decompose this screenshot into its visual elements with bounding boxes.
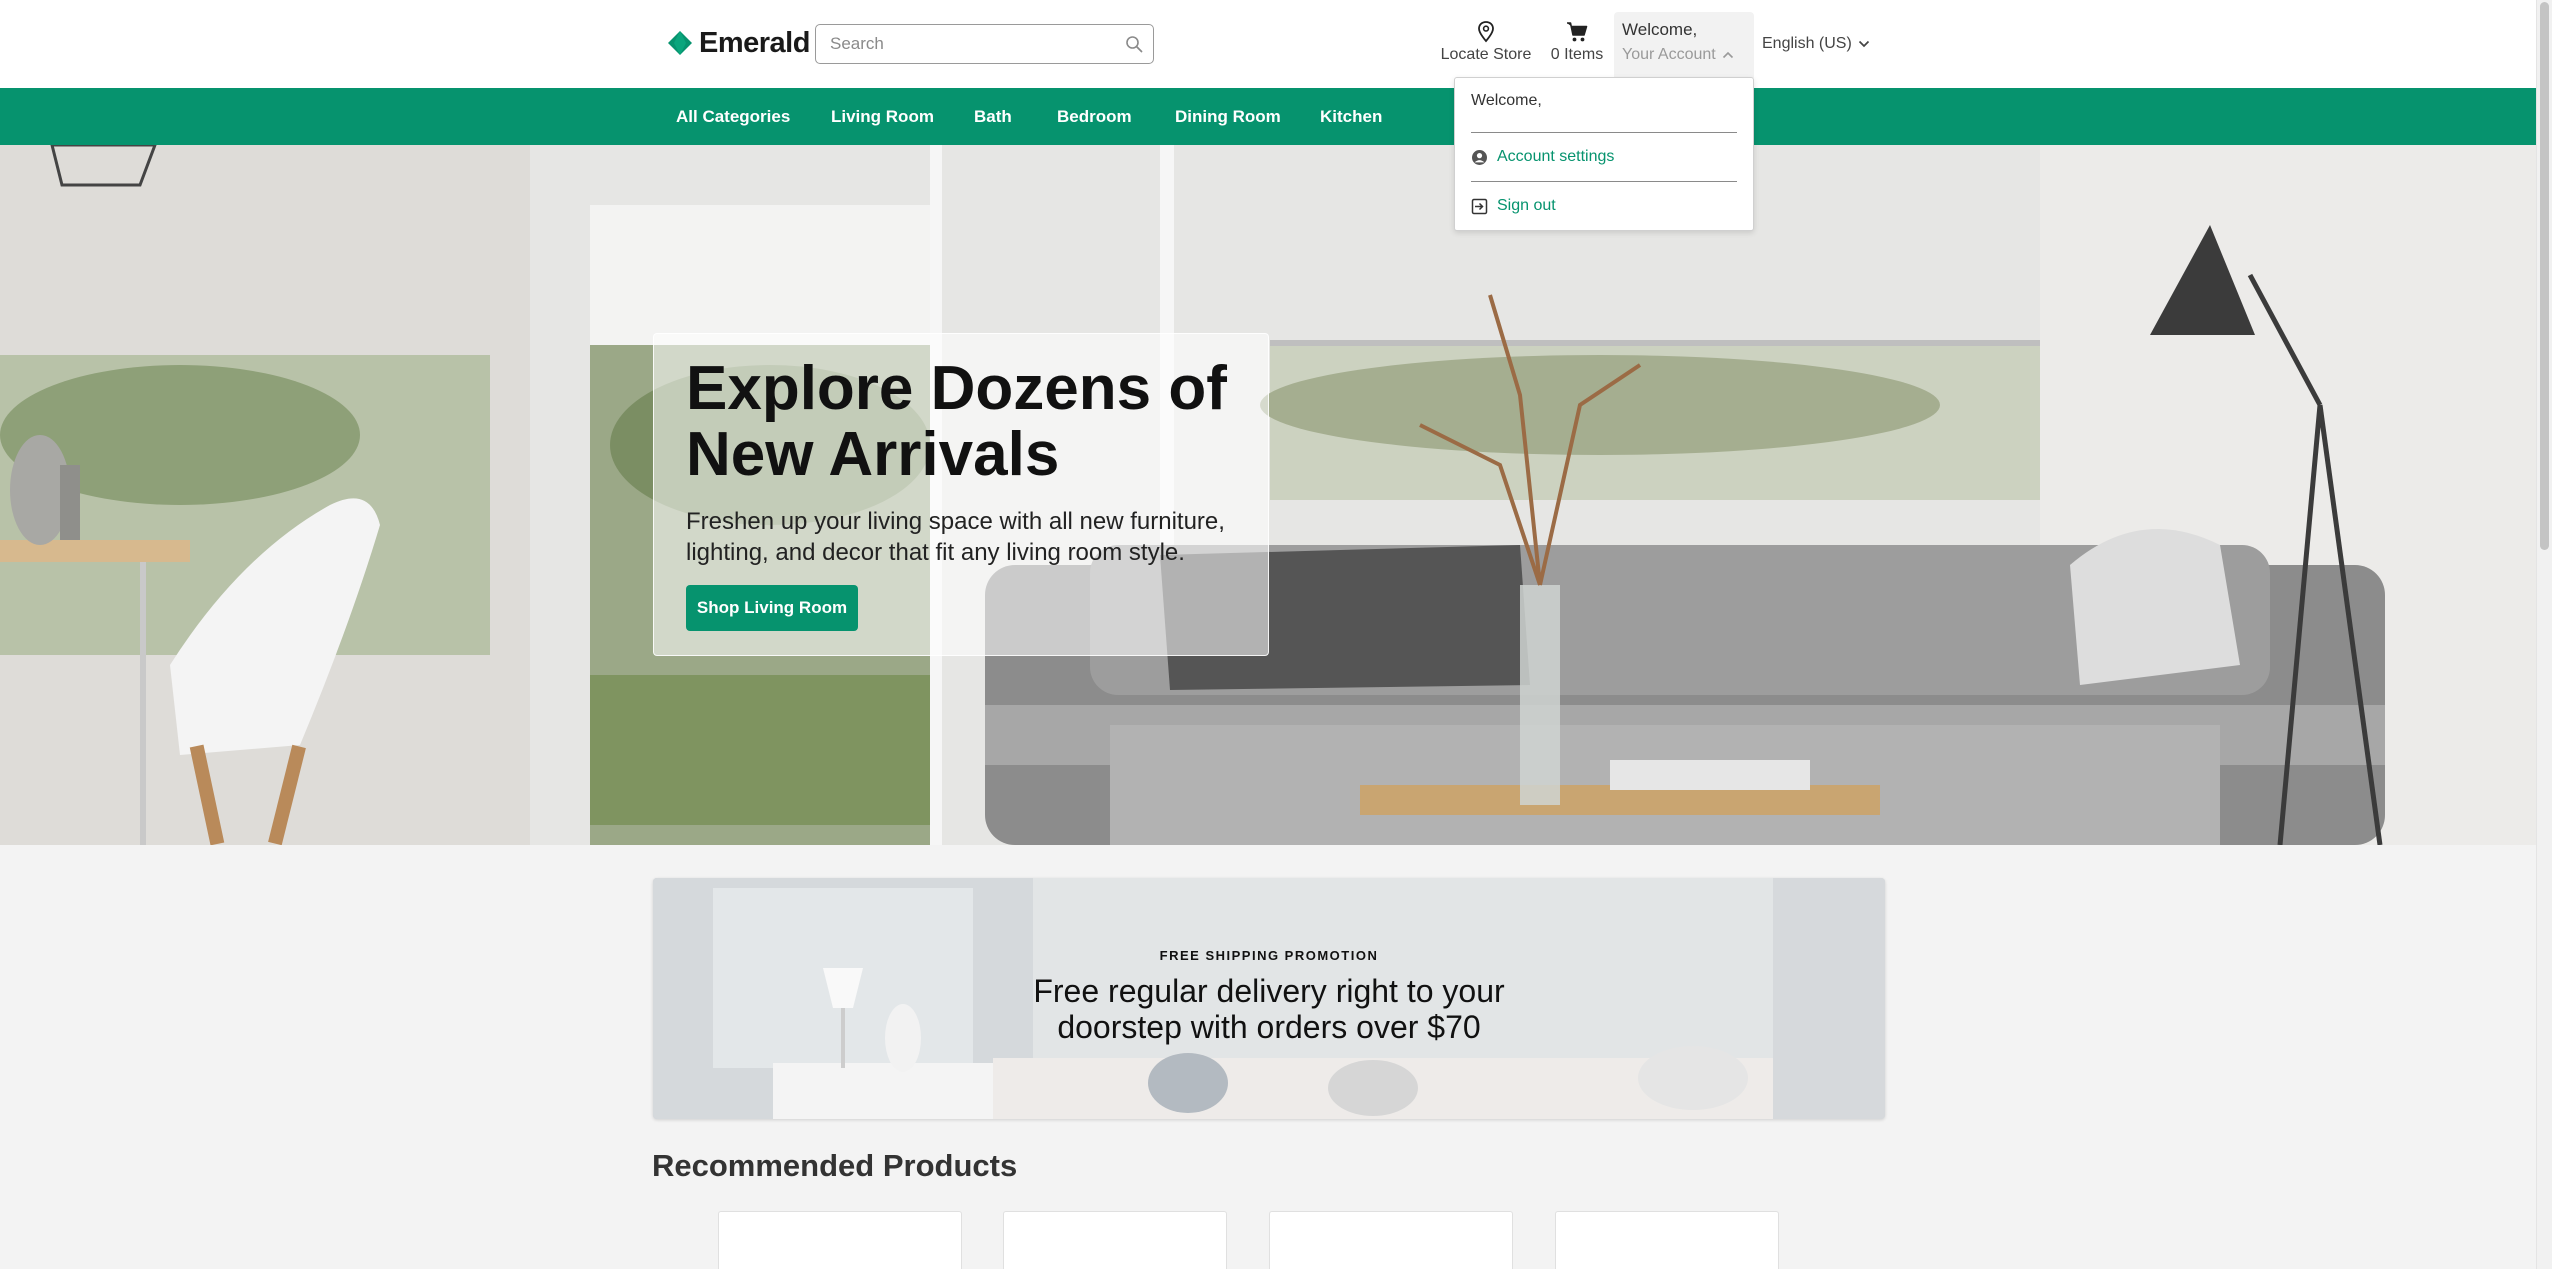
nav-item-kitchen[interactable]: Kitchen [1320, 88, 1382, 145]
product-card[interactable] [1555, 1211, 1779, 1269]
account-settings-link[interactable]: Account settings [1471, 146, 1614, 168]
shop-living-room-button[interactable]: Shop Living Room [686, 585, 858, 631]
brand-name: Emerald [699, 26, 810, 59]
nav-item-all-categories[interactable]: All Categories [676, 88, 790, 145]
cart-count-label: 0 Items [1550, 46, 1604, 63]
search-box [815, 24, 1154, 64]
free-shipping-promo[interactable]: FREE SHIPPING PROMOTION Free regular del… [653, 878, 1885, 1119]
sign-out-label: Sign out [1497, 197, 1556, 214]
product-card[interactable] [1269, 1211, 1513, 1269]
map-pin-icon [1478, 21, 1494, 43]
emerald-gem-icon [668, 31, 692, 55]
promo-headline: Free regular delivery right to your door… [1033, 973, 1505, 1045]
language-label: English (US) [1762, 35, 1852, 52]
page-scrollbar-thumb[interactable] [2540, 2, 2549, 550]
chevron-down-icon [1858, 40, 1869, 48]
shopping-cart-icon [1567, 22, 1588, 42]
promo-eyebrow: FREE SHIPPING PROMOTION [1159, 948, 1379, 963]
hero-banner: Explore Dozens of New Arrivals Freshen u… [0, 145, 2536, 845]
account-dropdown-menu: Welcome, Account settings Sign out [1454, 77, 1754, 231]
account-label-row: Your Account [1622, 46, 1746, 64]
sign-out-link[interactable]: Sign out [1471, 195, 1556, 217]
hero-title: Explore Dozens of New Arrivals [686, 354, 1227, 489]
nav-item-bath[interactable]: Bath [974, 88, 1012, 145]
account-label: Your Account [1622, 46, 1716, 63]
hero-subtitle: Freshen up your living space with all ne… [686, 508, 1225, 566]
user-circle-icon [1472, 149, 1487, 165]
language-selector[interactable]: English (US) [1762, 32, 1870, 56]
search-icon[interactable] [1125, 35, 1143, 53]
recommended-products-heading: Recommended Products [652, 1148, 1018, 1183]
nav-item-dining-room[interactable]: Dining Room [1175, 88, 1281, 145]
category-nav: All Categories Living Room Bath Bedroom … [0, 88, 2536, 145]
cart-button[interactable]: 0 Items [1546, 20, 1608, 70]
dropdown-divider [1471, 181, 1737, 182]
locate-store-label: Locate Store [1440, 46, 1532, 63]
dropdown-divider [1471, 132, 1737, 133]
site-header: Emerald Locate Store 0 Items Welcome, Yo… [0, 0, 2536, 88]
product-card[interactable] [1003, 1211, 1227, 1269]
account-settings-label: Account settings [1497, 148, 1615, 165]
chevron-up-icon [1722, 51, 1733, 59]
nav-item-bedroom[interactable]: Bedroom [1057, 88, 1132, 145]
dropdown-welcome-text: Welcome, [1471, 92, 1542, 109]
nav-item-living-room[interactable]: Living Room [831, 88, 934, 145]
hero-content-card: Explore Dozens of New Arrivals Freshen u… [653, 333, 1269, 656]
brand-logo[interactable]: Emerald [667, 26, 810, 60]
product-card[interactable] [718, 1211, 962, 1269]
search-input[interactable] [830, 25, 1110, 63]
sign-out-icon [1471, 198, 1488, 214]
account-menu-toggle[interactable]: Welcome, Your Account [1614, 12, 1754, 78]
account-welcome-text: Welcome, [1622, 20, 1698, 39]
locate-store-button[interactable]: Locate Store [1438, 20, 1534, 70]
